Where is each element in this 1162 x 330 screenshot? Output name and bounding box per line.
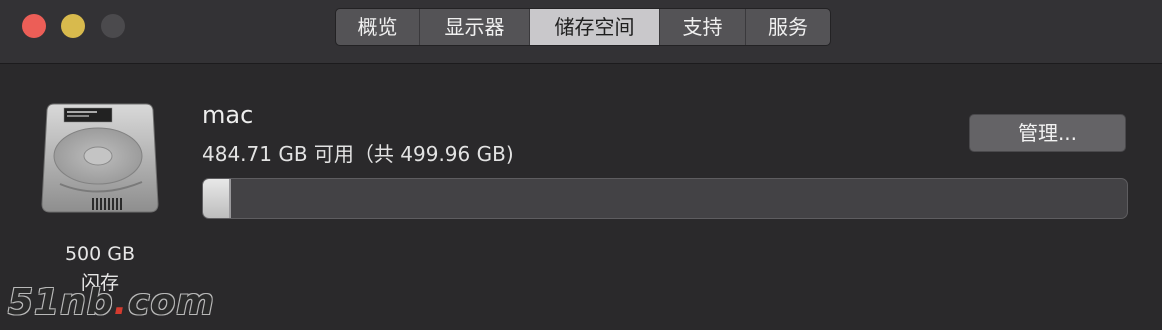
watermark-suffix: com — [128, 282, 215, 323]
window-titlebar: 概览 显示器 储存空间 支持 服务 — [0, 0, 1162, 64]
storage-usage-bar — [202, 178, 1128, 219]
tab-storage[interactable]: 储存空间 — [530, 9, 660, 45]
zoom-button[interactable] — [101, 14, 125, 38]
minimize-button[interactable] — [61, 14, 85, 38]
hard-drive-icon — [41, 103, 159, 213]
watermark-dot: . — [113, 282, 129, 323]
watermark-prefix: 51nb — [8, 282, 114, 323]
storage-used-segment — [203, 179, 231, 218]
manage-button[interactable]: 管理... — [969, 114, 1126, 152]
disk-size-label: 500 GB — [64, 243, 136, 265]
tab-overview[interactable]: 概览 — [336, 9, 420, 45]
watermark-logo: 51nb.com — [8, 282, 215, 323]
tab-bar: 概览 显示器 储存空间 支持 服务 — [335, 8, 831, 46]
tab-service[interactable]: 服务 — [746, 9, 830, 45]
tab-displays[interactable]: 显示器 — [420, 9, 530, 45]
tab-support[interactable]: 支持 — [660, 9, 746, 45]
volume-available-text: 484.71 GB 可用（共 499.96 GB) — [202, 142, 514, 166]
volume-name: mac — [202, 101, 254, 129]
close-button[interactable] — [22, 14, 46, 38]
